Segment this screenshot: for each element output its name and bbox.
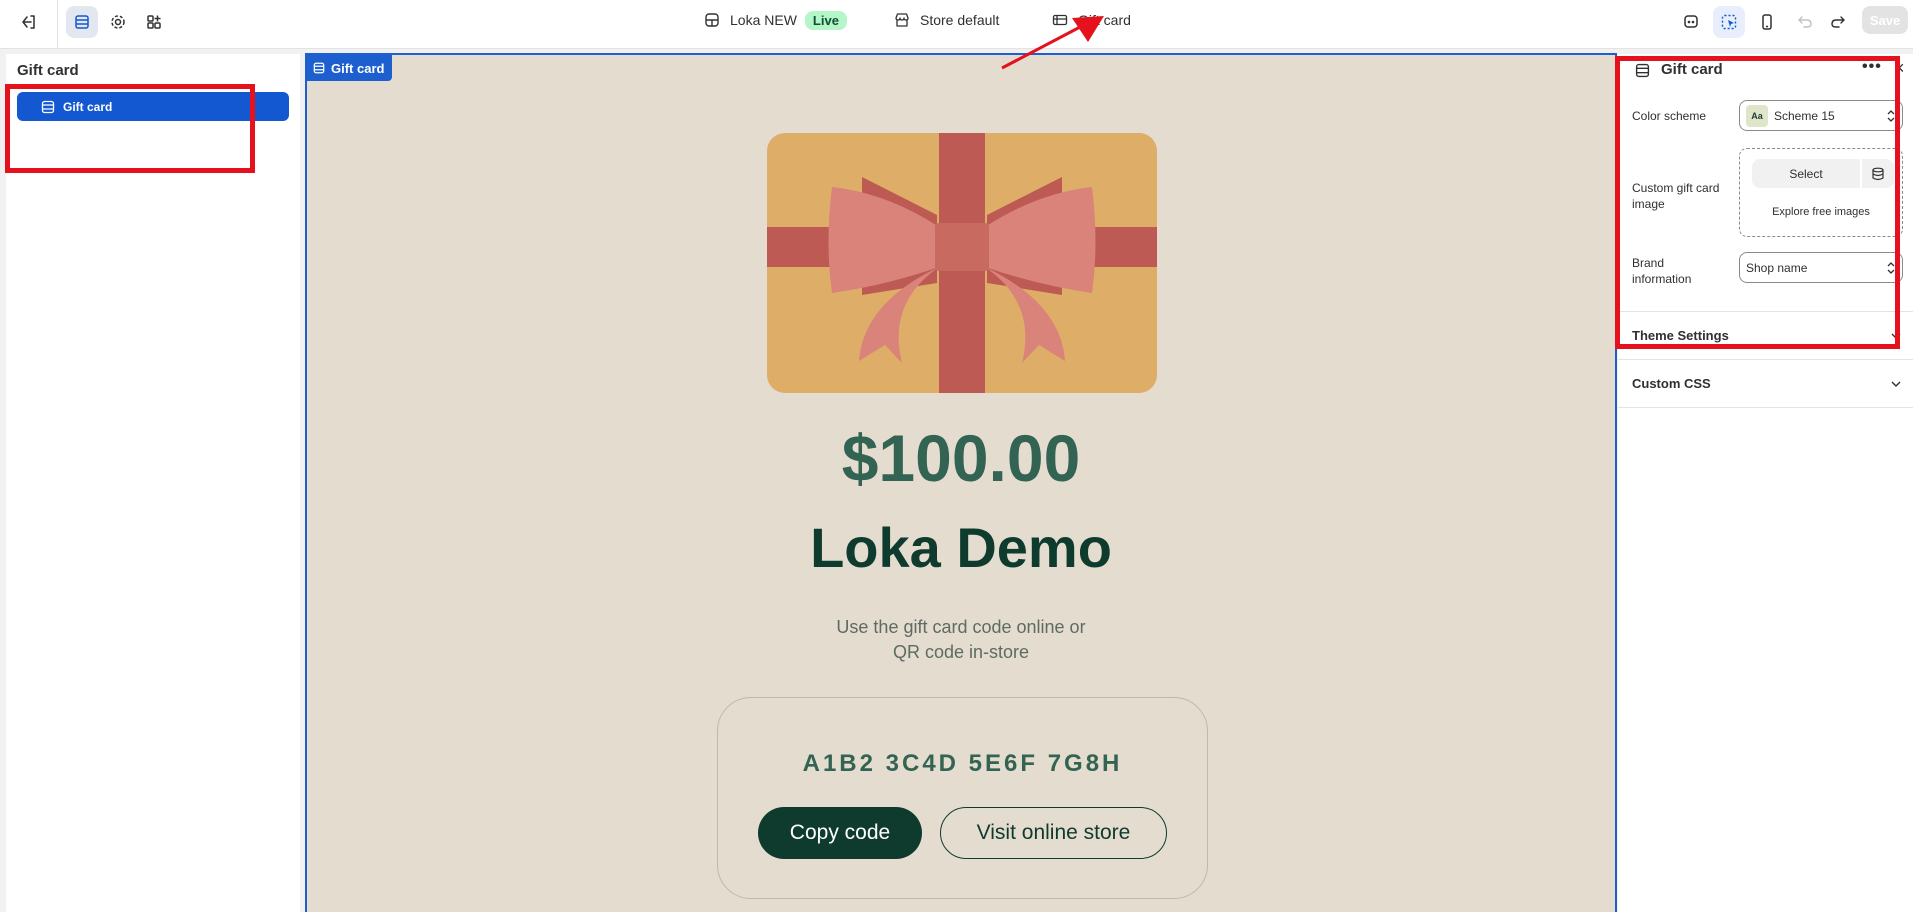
toolbar-divider xyxy=(57,0,58,49)
section-tag[interactable]: Gift card xyxy=(307,55,393,81)
top-bar: Loka NEW Live Store default Gift card Sa… xyxy=(0,0,1913,49)
theme-settings-button[interactable] xyxy=(102,6,134,38)
section-tag-label: Gift card xyxy=(331,60,385,76)
sidebar-title: Gift card xyxy=(17,62,79,79)
theme-name: Loka NEW xyxy=(730,12,797,28)
inspector-button[interactable] xyxy=(1675,6,1707,38)
undo-button[interactable] xyxy=(1789,6,1821,38)
redo-button[interactable] xyxy=(1822,6,1854,38)
store-icon xyxy=(895,13,909,27)
inspector-icon xyxy=(1684,15,1698,28)
theme-icon xyxy=(705,13,719,27)
gear-icon xyxy=(111,15,125,29)
undo-icon xyxy=(1798,16,1812,28)
gift-card-instructions: Use the gift card code online or QR code… xyxy=(307,615,1615,665)
annotation-box-settings xyxy=(1615,56,1900,349)
copy-code-button[interactable]: Copy code xyxy=(758,807,922,859)
exit-icon xyxy=(22,15,35,29)
save-button[interactable]: Save xyxy=(1862,6,1908,34)
instructions-line-2: QR code in-store xyxy=(892,642,1030,662)
redo-icon xyxy=(1831,16,1845,28)
preview-canvas[interactable]: Gift card $100.00 Loka Demo Use the gift… xyxy=(305,53,1617,912)
annotation-arrow xyxy=(1001,16,1104,70)
theme-selector[interactable]: Loka NEW Live xyxy=(704,0,847,40)
gift-code-box: A1B2 3C4D 5E6F 7G8H Copy code Visit onli… xyxy=(717,697,1208,899)
sections-icon xyxy=(313,62,325,74)
gift-card-image xyxy=(767,133,1157,393)
store-selector[interactable]: Store default xyxy=(894,0,999,40)
live-badge: Live xyxy=(804,10,847,30)
gift-card-code: A1B2 3C4D 5E6F 7G8H xyxy=(802,750,1123,777)
select-element-button[interactable] xyxy=(1713,6,1745,38)
store-name: Store default xyxy=(920,12,1000,28)
sections-button[interactable] xyxy=(66,6,98,38)
annotation-box-sidebar xyxy=(5,84,255,173)
apps-icon xyxy=(147,15,161,29)
gift-card-amount: $100.00 xyxy=(841,421,1081,495)
mobile-view-button[interactable] xyxy=(1751,6,1783,38)
sections-icon xyxy=(75,15,89,29)
visit-store-button[interactable]: Visit online store xyxy=(940,807,1167,859)
custom-css-section[interactable]: Custom CSS xyxy=(1632,376,1711,391)
sidebar: Gift card Gift card xyxy=(6,54,300,912)
mobile-icon xyxy=(1762,14,1772,30)
divider xyxy=(1618,359,1913,360)
instructions-line-1: Use the gift card code online or xyxy=(836,617,1086,637)
apps-button[interactable] xyxy=(138,6,170,38)
chevron-down-icon[interactable] xyxy=(1890,378,1902,390)
divider xyxy=(1618,407,1913,408)
shop-name: Loka Demo xyxy=(810,516,1112,579)
exit-button[interactable] xyxy=(12,6,44,38)
cursor-icon xyxy=(1721,14,1737,30)
